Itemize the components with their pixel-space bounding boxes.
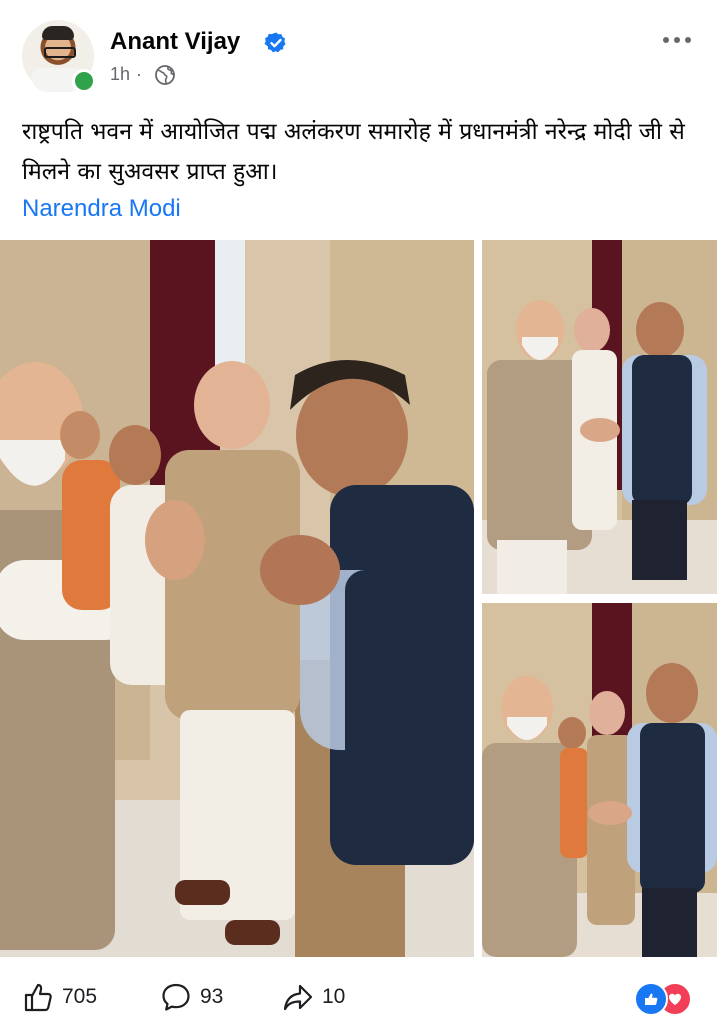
post-footer: 705 93 10 <box>0 968 717 1024</box>
post-header: Anant Vijay 1h · <box>0 0 717 100</box>
avatar-hair <box>42 26 74 40</box>
like-reaction-icon <box>634 982 668 1016</box>
like-button[interactable]: 705 <box>22 980 97 1014</box>
reactions-summary[interactable] <box>634 982 698 1016</box>
globe-icon[interactable] <box>154 64 176 86</box>
avatar-glasses <box>44 47 76 58</box>
tagged-profile-link[interactable]: Narendra Modi <box>22 193 181 225</box>
meta-separator: · <box>136 64 143 84</box>
like-count: 705 <box>62 985 98 1008</box>
comment-bubble-icon <box>162 983 190 1011</box>
verified-badge-icon <box>264 32 286 53</box>
post-photo-bottom-right[interactable] <box>482 603 717 957</box>
post-time[interactable]: 1h <box>110 64 130 84</box>
author-name[interactable]: Anant Vijay <box>110 28 240 56</box>
photo-bottom-right-scene <box>482 603 717 957</box>
online-status-dot <box>72 69 96 93</box>
share-arrow-icon <box>283 984 313 1011</box>
more-options-icon[interactable] <box>660 30 694 50</box>
photo-main-scene <box>0 240 474 957</box>
thumbs-up-icon <box>24 983 52 1012</box>
comment-button[interactable]: 93 <box>160 980 223 1014</box>
post-photo-main[interactable] <box>0 240 474 957</box>
post-photo-top-right[interactable] <box>482 240 717 594</box>
post-meta: 1h · <box>110 62 148 86</box>
comment-count: 93 <box>200 985 224 1008</box>
post-text: राष्ट्रपति भवन में आयोजित पद्म अलंकरण सम… <box>22 119 685 185</box>
share-button[interactable]: 10 <box>282 980 345 1014</box>
photo-top-right-scene <box>482 240 717 594</box>
share-count: 10 <box>322 985 346 1008</box>
